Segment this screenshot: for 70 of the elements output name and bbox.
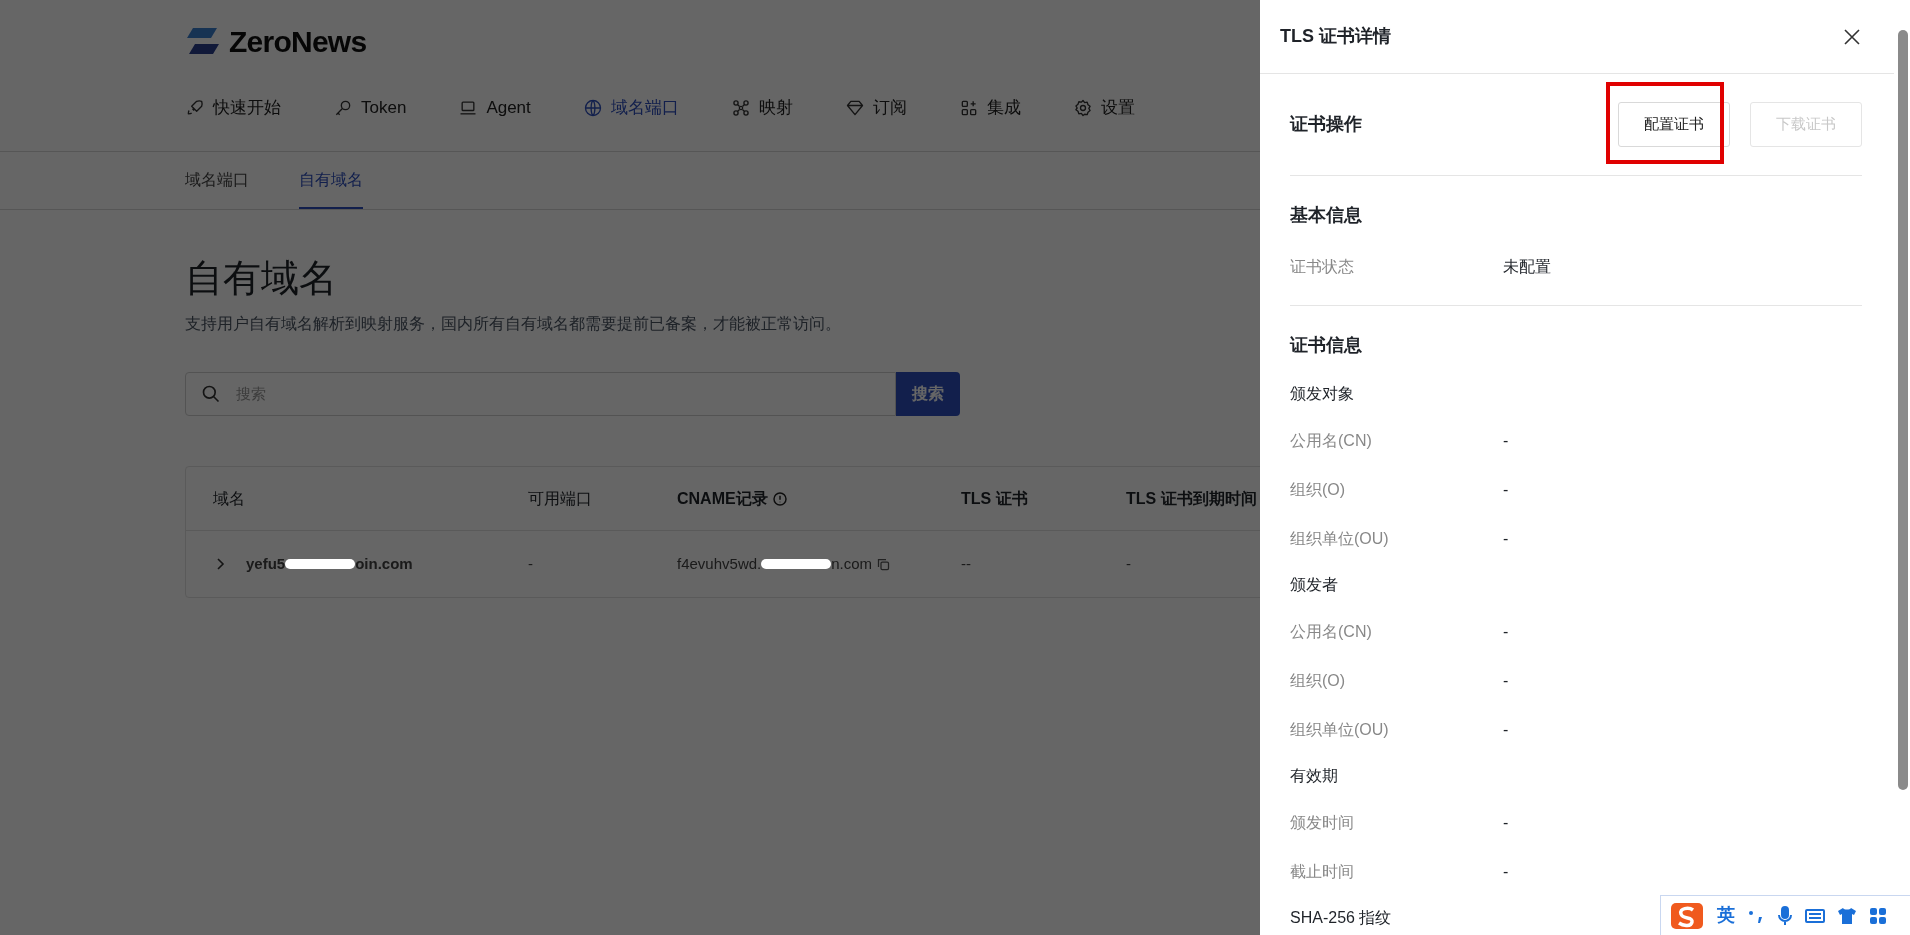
logo-text: ZeroNews [229, 23, 367, 60]
ports-cell: - [528, 554, 533, 572]
logo-icon [185, 26, 221, 56]
field-label: 组织单位(OU) [1290, 528, 1390, 549]
globe-icon [582, 97, 603, 118]
page-description: 支持用户自有域名解析到映射服务，国内所有自有域名都需要提前已备案，才能被正常访问。 [185, 314, 841, 334]
nav-tab[interactable]: 快速开始 [185, 94, 281, 121]
sub-tab[interactable]: 自有域名 [299, 152, 363, 209]
cname-text: n.com [831, 553, 873, 574]
field-label: 颁发时间 [1290, 812, 1355, 833]
close-icon [1844, 28, 1860, 45]
ime-logo-icon[interactable] [1669, 900, 1705, 931]
group-heading: 颁发对象 [1290, 384, 1354, 404]
field-label: 公用名(CN) [1290, 430, 1373, 451]
field-label: 公用名(CN) [1290, 621, 1373, 642]
cname-text: f4evuhv5wd. [677, 553, 762, 574]
chevron-icon [214, 558, 226, 570]
nav-tab[interactable]: 映射 [730, 94, 793, 121]
nav-tab[interactable]: 集成 [958, 94, 1021, 121]
field-label: 证书状态 [1290, 256, 1355, 277]
domain-text: oin.com [355, 553, 413, 574]
domain-text: yefu5 [246, 553, 286, 574]
ime-mode[interactable]: 英 [1717, 902, 1735, 929]
nav-tab[interactable]: 域名端口 [582, 94, 679, 121]
field-label: 组织(O) [1290, 670, 1347, 691]
field-label: 组织单位(OU) [1290, 719, 1390, 740]
sub-tab[interactable]: 域名端口 [185, 152, 249, 209]
redaction-mark [285, 559, 356, 569]
shirt-icon[interactable] [1837, 906, 1857, 925]
field-value: - [1503, 719, 1509, 740]
field-value: - [1503, 812, 1509, 833]
nodes-icon [730, 97, 751, 118]
nav-tab[interactable]: Token [333, 94, 407, 121]
field-label: 组织(O) [1290, 479, 1347, 500]
search-icon [201, 384, 221, 404]
info-icon [771, 490, 788, 507]
copy-icon[interactable] [876, 556, 892, 572]
certificate-button[interactable]: 配置证书 [1618, 102, 1730, 147]
keyboard-icon[interactable] [1805, 907, 1825, 924]
nav-tab[interactable]: Agent [458, 94, 531, 121]
section-heading: 证书信息 [1290, 335, 1362, 355]
section-heading: 基本信息 [1290, 205, 1362, 225]
field-value: - [1503, 528, 1509, 549]
section-heading: 证书操作 [1290, 113, 1362, 136]
tls-cell: -- [961, 554, 971, 572]
search-button[interactable]: 搜索 [896, 372, 960, 416]
group-heading: 有效期 [1290, 766, 1338, 786]
grid-icon[interactable] [1869, 906, 1887, 925]
settings-icon [1072, 97, 1093, 118]
page-title: 自有域名 [185, 256, 337, 301]
drawer-title: TLS 证书详情 [1280, 25, 1391, 48]
column-header: CNAME记录 [677, 488, 768, 509]
nav-tab[interactable]: 订阅 [844, 94, 907, 121]
field-value: 未配置 [1503, 256, 1551, 277]
column-header: 域名 [213, 488, 245, 509]
column-header: 可用端口 [528, 488, 592, 509]
field-value: - [1503, 670, 1509, 691]
microphone-icon[interactable] [1777, 905, 1793, 926]
nav-tab[interactable]: 设置 [1072, 94, 1135, 121]
field-value: - [1503, 430, 1509, 451]
field-value: - [1503, 479, 1509, 500]
column-header: TLS 证书 [961, 488, 1028, 509]
redaction-mark [761, 559, 832, 569]
group-heading: SHA-256 指纹 [1290, 908, 1392, 928]
expiry-cell: - [1126, 554, 1131, 572]
column-header: TLS 证书到期时间 [1126, 488, 1257, 509]
field-value: - [1503, 861, 1509, 882]
group-heading: 颁发者 [1290, 575, 1338, 595]
field-label: 截止时间 [1290, 861, 1355, 882]
field-value: - [1503, 621, 1509, 642]
